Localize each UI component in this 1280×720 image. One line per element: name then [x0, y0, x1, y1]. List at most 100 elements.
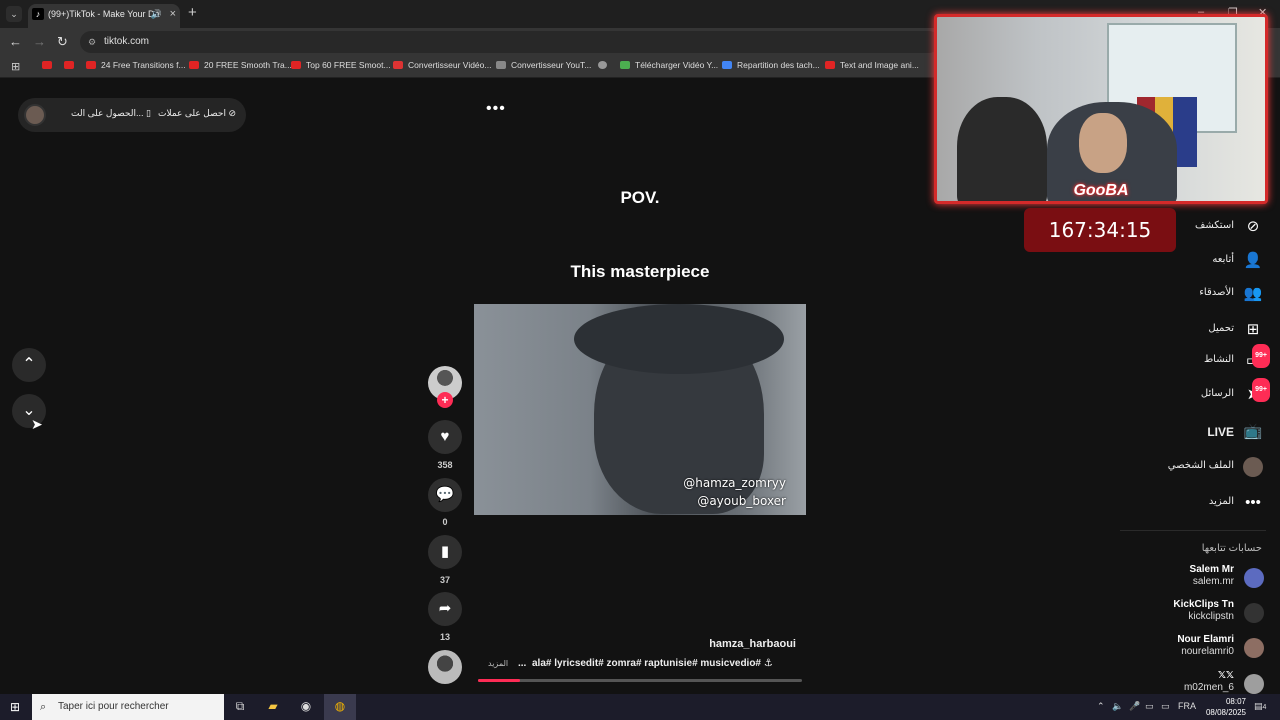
converter-icon: [496, 61, 506, 69]
chrome-icon: ◍: [334, 699, 346, 713]
bookmark-label: Télécharger Vidéo Y...: [635, 60, 719, 70]
following-account[interactable]: KickClips Tn kickclipstn: [1104, 599, 1264, 627]
stream-timer: 167:34:15: [1024, 208, 1176, 252]
following-account[interactable]: Salem Mr salem.mr: [1104, 564, 1264, 592]
notifications-count: 4: [1262, 704, 1267, 711]
close-tab-icon[interactable]: ×: [170, 4, 176, 24]
taskbar-search[interactable]: ⌕ Taper ici pour rechercher: [32, 694, 224, 720]
bookmark-youtube-2[interactable]: [64, 60, 79, 70]
notifications-icon[interactable]: ▤4: [1254, 701, 1266, 712]
nav-live[interactable]: LIVE 📺: [1124, 421, 1264, 443]
activity-badge: 99+: [1252, 344, 1270, 368]
comment-button[interactable]: 💬: [428, 478, 462, 512]
video-subject-cap: [574, 304, 784, 374]
apps-grid-icon[interactable]: ⊞: [11, 60, 20, 73]
tab-title: (99+)TikTok - Make Your Da: [48, 9, 160, 19]
nav-label: استكشف: [1195, 220, 1234, 231]
following-account[interactable]: Nour Elamri nourelamri0: [1104, 634, 1264, 662]
mic-icon[interactable]: 🎤: [1129, 701, 1140, 712]
coin-icon: ⊘: [228, 108, 237, 118]
task-view-icon[interactable]: ⧉: [231, 699, 249, 715]
bookmark-item[interactable]: 20 FREE Smooth Tra...: [189, 60, 292, 70]
account-handle: kickclipstn: [1188, 611, 1234, 622]
like-button[interactable]: ♥: [428, 420, 462, 454]
language-indicator[interactable]: FRA: [1178, 701, 1196, 711]
forward-icon[interactable]: →: [33, 34, 46, 49]
bookmark-youtube-1[interactable]: [42, 60, 57, 70]
tab-tiktok[interactable]: ♪ (99+)TikTok - Make Your Da 🔊 ×: [28, 4, 180, 28]
author-name[interactable]: hamza_harbaoui: [709, 638, 796, 650]
stream-brand-logo: GooBA: [1073, 182, 1129, 199]
clock-date: 08/08/2025: [1205, 708, 1246, 717]
network-icon[interactable]: ▭: [1145, 701, 1154, 712]
tray-chevron-icon[interactable]: ⌃: [1097, 701, 1105, 712]
account-name: KickClips Tn: [1173, 599, 1234, 610]
nav-upload[interactable]: تحميل ⊞: [1124, 319, 1264, 341]
speaker-icon[interactable]: 🔊: [151, 4, 162, 24]
z-icon: [393, 61, 403, 69]
video-progress-bar[interactable]: [478, 679, 802, 682]
bookmark-item[interactable]: 24 Free Transitions f...: [86, 60, 186, 70]
youtube-icon: [189, 61, 199, 69]
compass-icon: ⊘: [1246, 218, 1260, 235]
comment-icon: 💬: [435, 486, 455, 503]
nav-following[interactable]: أتابعه 👤: [1124, 250, 1264, 272]
download-icon: [620, 61, 630, 69]
previous-video-button[interactable]: ⌃: [12, 348, 46, 382]
volume-icon[interactable]: 🔈: [1112, 701, 1123, 712]
bookmark-item[interactable]: Convertisseur Vidéo...: [393, 60, 491, 70]
reload-icon[interactable]: ↻: [57, 34, 68, 50]
top-left-menu: الحصول على الت... ▯ احصل على عملات ⊘: [18, 98, 246, 132]
nav-activity[interactable]: النشاط ▭99+: [1124, 344, 1270, 372]
clock[interactable]: 08:07 08/08/2025: [1206, 696, 1246, 718]
follow-plus-icon[interactable]: +: [437, 392, 453, 408]
youtube-icon: [825, 61, 835, 69]
save-button[interactable]: ▮: [428, 535, 462, 569]
account-handle: m02men_6: [1183, 682, 1234, 693]
tab-search-icon[interactable]: ⌄: [6, 6, 22, 22]
like-count: 358: [437, 460, 453, 470]
bookmark-globe[interactable]: [598, 60, 612, 70]
bookmark-item[interactable]: Télécharger Vidéo Y...: [620, 60, 718, 70]
windows-start-icon[interactable]: ⊞: [10, 700, 20, 714]
nav-messages[interactable]: الرسائل ➤99+: [1124, 378, 1270, 406]
search-icon: ⌕: [40, 701, 47, 713]
avatar[interactable]: [24, 104, 46, 126]
nav-label: الأصدقاء: [1199, 287, 1234, 298]
account-name: 𝕏𝕏: [1217, 670, 1234, 681]
account-name: Nour Elamri: [1177, 634, 1234, 645]
more-options-icon[interactable]: •••: [486, 100, 506, 118]
back-icon[interactable]: ←: [9, 34, 22, 49]
bookmark-item[interactable]: Convertisseur YouT...: [496, 60, 591, 70]
get-app-label: الحصول على الت...: [71, 108, 144, 118]
chrome-taskbar-button[interactable]: ◍: [324, 694, 356, 720]
more-link[interactable]: المزيد: [488, 659, 508, 668]
bookmark-label: Repartition des tach...: [737, 60, 820, 70]
bookmark-item[interactable]: Text and Image ani...: [825, 60, 919, 70]
save-count: 37: [439, 575, 450, 585]
obs-icon[interactable]: ◉: [297, 699, 315, 715]
file-explorer-icon[interactable]: ▰: [264, 699, 282, 715]
battery-icon[interactable]: ▭: [1161, 701, 1170, 712]
site-info-icon[interactable]: ⚙: [88, 31, 96, 53]
share-button[interactable]: ➦: [428, 592, 462, 626]
get-coins-button[interactable]: احصل على عملات ⊘: [158, 108, 236, 119]
tiktok-favicon-icon: ♪: [32, 8, 44, 20]
hashtags[interactable]: ala# lyricsedit# zomra# raptunisie# musi…: [532, 658, 773, 669]
following-accounts-title: حسابات تتابعها: [1201, 543, 1262, 554]
video-player[interactable]: @hamza_zomryy @ayoub_boxer: [474, 304, 806, 515]
account-handle: nourelamri0: [1181, 646, 1234, 657]
nav-more[interactable]: المزيد •••: [1124, 492, 1264, 514]
new-tab-icon[interactable]: +: [188, 4, 197, 21]
get-app-button[interactable]: الحصول على الت... ▯: [71, 108, 151, 119]
live-icon: 📺: [1243, 423, 1263, 440]
nav-friends[interactable]: الأصدقاء 👥: [1124, 283, 1264, 305]
ellipsis: ...: [518, 658, 527, 669]
nav-label: تحميل: [1208, 323, 1234, 334]
nav-profile[interactable]: الملف الشخصي: [1124, 456, 1264, 478]
globe-icon: [598, 61, 607, 69]
bookmark-item[interactable]: Top 60 FREE Smoot...: [291, 60, 391, 70]
sound-avatar[interactable]: [428, 650, 462, 684]
bookmark-item[interactable]: Repartition des tach...: [722, 60, 820, 70]
url-field[interactable]: ⚙ tiktok.com: [80, 31, 940, 53]
